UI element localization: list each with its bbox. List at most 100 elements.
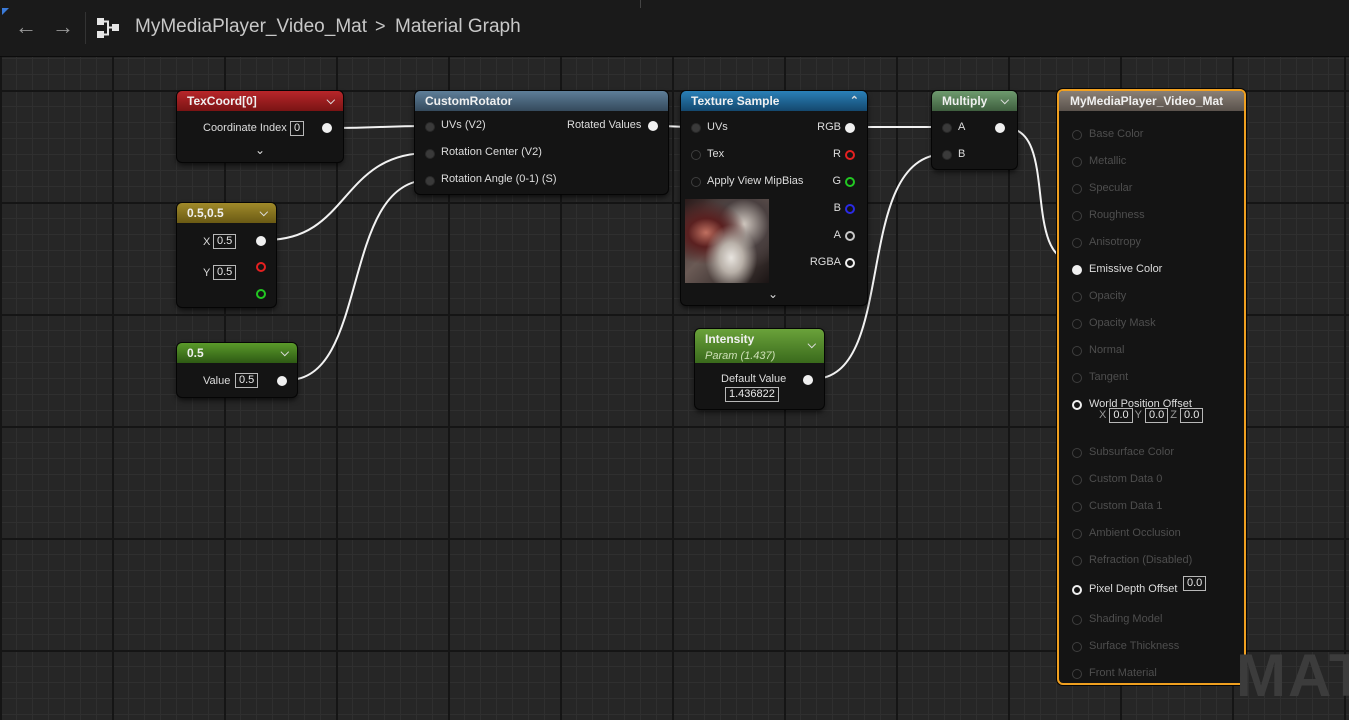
wpo-y-field[interactable]: 0.0 (1144, 408, 1169, 423)
wpo-z-label: Z (1170, 409, 1178, 421)
output-pin-subsurface-color[interactable] (1072, 448, 1082, 458)
multiply-b-pin[interactable] (942, 150, 952, 160)
output-pin-ambient-occlusion[interactable] (1072, 529, 1082, 539)
texcoord-output-pin[interactable] (322, 123, 332, 133)
output-pin-anisotropy[interactable] (1072, 238, 1082, 248)
output-pin-emissive-color[interactable] (1072, 265, 1082, 275)
output-label-opacity-mask: Opacity Mask (1089, 317, 1156, 329)
scalar-constant-node[interactable]: 0.5 ⌵ Value 0.5 (177, 343, 297, 397)
output-label-roughness: Roughness (1089, 209, 1145, 221)
rotation-center-pin[interactable] (425, 149, 435, 159)
texture-sample-header[interactable]: Texture Sample ⌃ (681, 91, 867, 111)
coordinate-index-label: Coordinate Index (203, 122, 287, 134)
output-pin-pixel-depth-offset[interactable] (1072, 585, 1082, 595)
default-value-label: Default Value (721, 373, 787, 385)
texcoord-header[interactable]: TexCoord[0] ⌵ (177, 91, 343, 111)
tex-input-pin[interactable] (691, 150, 701, 160)
output-pin-specular[interactable] (1072, 184, 1082, 194)
output-pin-custom-data-0[interactable] (1072, 475, 1082, 485)
output-label-surface-thickness: Surface Thickness (1089, 640, 1180, 652)
output-pin-opacity[interactable] (1072, 292, 1082, 302)
texcoord-node[interactable]: TexCoord[0] ⌵ Coordinate Index 0 ⌄ (177, 91, 343, 162)
material-output-header[interactable]: MyMediaPlayer_Video_Mat (1059, 91, 1244, 111)
output-pin-front-material[interactable] (1072, 669, 1082, 679)
intensity-header[interactable]: Intensity Param (1.437) ⌵ (695, 329, 824, 363)
rgba-label: RGBA (809, 256, 841, 268)
value-field[interactable]: 0.5 (235, 373, 259, 388)
chevron-down-icon[interactable]: ⌵ (808, 337, 816, 353)
output-pin-shading-model[interactable] (1072, 615, 1082, 625)
customrotator-node[interactable]: CustomRotator UVs (V2) Rotation Center (… (415, 91, 668, 194)
output-pin-refraction-disabled[interactable] (1072, 556, 1082, 566)
a-pin[interactable] (845, 231, 855, 241)
scalar-output-pin[interactable] (277, 376, 287, 386)
rotation-angle-pin[interactable] (425, 176, 435, 186)
tex-input-label: Tex (707, 148, 725, 160)
value-label: Value (203, 375, 231, 387)
wpo-x-field[interactable]: 0.0 (1109, 408, 1133, 423)
mipbias-pin[interactable] (691, 177, 701, 187)
intensity-output-pin[interactable] (803, 375, 813, 385)
pixel-depth-offset-field[interactable]: 0.0 (1183, 576, 1207, 591)
multiply-node[interactable]: Multiply ⌵ A B (932, 91, 1017, 169)
g-output-pin[interactable] (256, 289, 266, 299)
output-pin-custom-data-1[interactable] (1072, 502, 1082, 512)
x-label: X (203, 236, 211, 248)
intensity-parameter-node[interactable]: Intensity Param (1.437) ⌵ Default Value … (695, 329, 824, 409)
output-label-custom-data-0: Custom Data 0 (1089, 473, 1163, 485)
wpo-x-label: X (1099, 409, 1107, 421)
output-pin-world-position-offset[interactable] (1072, 400, 1082, 410)
output-label-custom-data-1: Custom Data 1 (1089, 500, 1163, 512)
expand-chevron-icon[interactable]: ⌄ (255, 143, 265, 157)
chevron-down-icon[interactable]: ⌵ (281, 343, 289, 363)
scalar-header[interactable]: 0.5 ⌵ (177, 343, 297, 363)
output-label-front-material: Front Material (1089, 667, 1157, 679)
chevron-down-icon[interactable]: ⌵ (327, 91, 335, 111)
output-pin-normal[interactable] (1072, 346, 1082, 356)
collapse-chevron-icon[interactable]: ⌄ (768, 287, 778, 301)
b-label: B (833, 202, 841, 214)
vector2-header[interactable]: 0.5,0.5 ⌵ (177, 203, 276, 223)
output-label-pixel-depth-offset: Pixel Depth Offset (1089, 583, 1178, 595)
r-output-pin[interactable] (256, 262, 266, 272)
output-label-anisotropy: Anisotropy (1089, 236, 1141, 248)
material-output-node[interactable]: MyMediaPlayer_Video_Mat Base Color Metall… (1057, 89, 1246, 685)
default-value-field[interactable]: 1.436822 (725, 387, 779, 402)
output-label-base-color: Base Color (1089, 128, 1144, 140)
output-pin-opacity-mask[interactable] (1072, 319, 1082, 329)
output-pin-base-color[interactable] (1072, 130, 1082, 140)
texture-sample-node[interactable]: Texture Sample ⌃ UVs Tex Apply View MipB… (681, 91, 867, 305)
rgb-output-pin[interactable] (845, 123, 855, 133)
x-value-field[interactable]: 0.5 (213, 234, 237, 249)
chevron-down-icon[interactable]: ⌵ (260, 203, 268, 223)
multiply-output-pin[interactable] (995, 123, 1005, 133)
texture-sample-title: Texture Sample (691, 94, 780, 108)
multiply-a-pin[interactable] (942, 123, 952, 133)
uvs-input-pin[interactable] (425, 122, 435, 132)
g-pin[interactable] (845, 177, 855, 187)
wire-vec2-to-center (265, 152, 430, 241)
output-label-opacity: Opacity (1089, 290, 1127, 302)
customrotator-header[interactable]: CustomRotator (415, 91, 668, 111)
multiply-header[interactable]: Multiply ⌵ (932, 91, 1017, 111)
coordinate-index-field[interactable]: 0 (290, 121, 305, 136)
output-pin-surface-thickness[interactable] (1072, 642, 1082, 652)
uvs-input-label: UVs (V2) (441, 119, 486, 131)
tex-uvs-pin[interactable] (691, 123, 701, 133)
vector2-output-pin[interactable] (256, 236, 266, 246)
intensity-subtitle: Param (1.437) (705, 350, 776, 362)
y-value-field[interactable]: 0.5 (213, 265, 237, 280)
chevron-up-icon[interactable]: ⌃ (850, 91, 859, 111)
vector2-constant-node[interactable]: 0.5,0.5 ⌵ X 0.5 Y 0.5 (177, 203, 276, 307)
output-pin-roughness[interactable] (1072, 211, 1082, 221)
rgba-pin[interactable] (845, 258, 855, 268)
output-pin-tangent[interactable] (1072, 373, 1082, 383)
rotated-values-pin[interactable] (648, 121, 658, 131)
wpo-z-field[interactable]: 0.0 (1180, 408, 1204, 423)
output-pin-metallic[interactable] (1072, 157, 1082, 167)
multiply-b-label: B (958, 148, 966, 160)
chevron-down-icon[interactable]: ⌵ (1001, 91, 1009, 111)
r-pin[interactable] (845, 150, 855, 160)
mipbias-label: Apply View MipBias (707, 175, 804, 187)
b-pin[interactable] (845, 204, 855, 214)
